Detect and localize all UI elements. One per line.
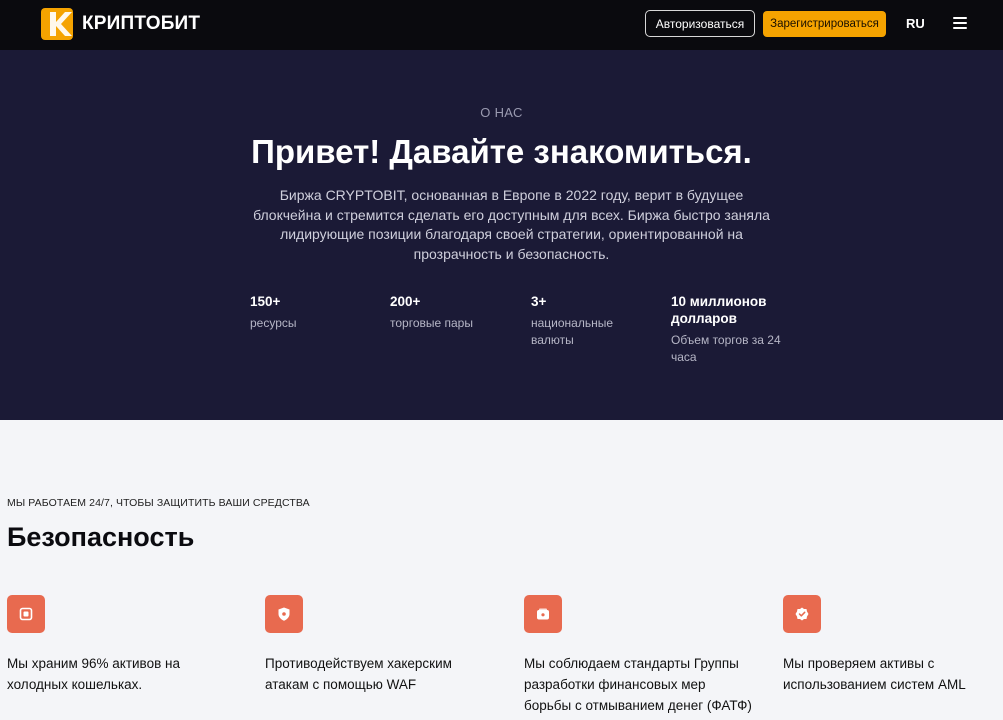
security-feature: Мы соблюдаем стандарты Группы разработки…	[524, 595, 754, 716]
stat-value: 150+	[250, 294, 281, 309]
language-selector[interactable]: RU	[906, 16, 925, 31]
feature-text: Противодействуем хакерским атакам с помо…	[265, 656, 452, 692]
hamburger-menu-icon[interactable]	[953, 17, 967, 29]
stat-item: 10 миллионов долларов Объем торгов за 24…	[671, 293, 781, 365]
stat-label: национальные валюты	[531, 316, 614, 347]
stat-label: Объем торгов за 24 часа	[671, 333, 781, 364]
stats-row: 150+ ресурсы 200+ торговые пары 3+ нацио…	[250, 293, 810, 373]
security-feature: Мы проверяем активы с использованием сис…	[783, 595, 1003, 695]
wallet-icon	[524, 595, 562, 633]
stat-item: 200+ торговые пары	[390, 293, 510, 332]
top-navbar: КРИПТОБИТ Авторизоваться Зарегистрироват…	[0, 0, 1003, 50]
stat-item: 3+ национальные валюты	[531, 293, 631, 348]
shield-icon	[265, 595, 303, 633]
logo-icon	[41, 8, 73, 40]
stat-label: ресурсы	[250, 316, 297, 330]
feature-text: Мы храним 96% активов на холодных кошель…	[7, 656, 180, 692]
about-title: Привет! Давайте знакомиться.	[251, 133, 752, 170]
stat-value: 3+	[531, 294, 547, 309]
register-button[interactable]: Зарегистрироваться	[763, 11, 886, 37]
verified-badge-icon	[783, 595, 821, 633]
chip-icon	[7, 595, 45, 633]
stat-value: 200+	[390, 294, 421, 309]
feature-text: Мы соблюдаем стандарты Группы разработки…	[524, 656, 752, 713]
about-section: О НАС Привет! Давайте знакомиться. Биржа…	[0, 50, 1003, 420]
about-description: Биржа CRYPTOBIT, основанная в Европе в 2…	[253, 187, 770, 262]
security-feature: Мы храним 96% активов на холодных кошель…	[7, 595, 237, 695]
security-eyebrow: МЫ РАБОТАЕМ 24/7, ЧТОБЫ ЗАЩИТИТЬ ВАШИ СР…	[7, 497, 310, 509]
stat-value: 10 миллионов долларов	[671, 294, 767, 326]
stat-label: торговые пары	[390, 316, 473, 330]
stat-item: 150+ ресурсы	[250, 293, 370, 332]
about-eyebrow: О НАС	[480, 105, 523, 120]
feature-text: Мы проверяем активы с использованием сис…	[783, 656, 966, 692]
login-button[interactable]: Авторизоваться	[645, 10, 755, 37]
security-title: Безопасность	[7, 522, 195, 552]
security-feature: Противодействуем хакерским атакам с помо…	[265, 595, 495, 695]
logo[interactable]: КРИПТОБИТ	[41, 8, 200, 40]
brand-name: КРИПТОБИТ	[82, 13, 201, 34]
